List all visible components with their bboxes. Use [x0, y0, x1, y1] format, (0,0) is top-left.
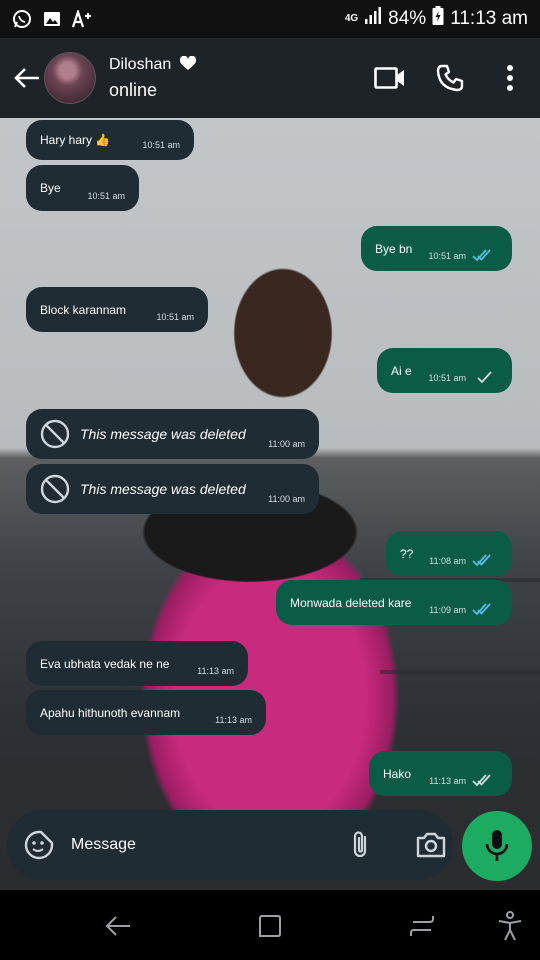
heart-icon	[179, 55, 196, 70]
message-time: 11:09 am	[429, 605, 466, 615]
read-receipt-icon	[472, 249, 491, 262]
message-time: 11:13 am	[197, 666, 234, 676]
sent-tick-icon	[477, 371, 492, 384]
contact-avatar[interactable]	[44, 52, 96, 104]
attach-button[interactable]	[341, 825, 381, 865]
nav-back-button[interactable]	[100, 908, 136, 944]
more-options-button[interactable]	[480, 48, 540, 108]
back-nav-icon	[105, 916, 130, 936]
home-nav-icon	[259, 915, 281, 937]
message-time: 10:51 am	[428, 373, 466, 383]
prohibited-icon	[40, 419, 70, 449]
voice-call-button[interactable]	[420, 48, 480, 108]
message-text: Ai e	[391, 363, 412, 378]
message-bubble-incoming[interactable]: Apahu hithunoth evannam 11:13 am	[26, 690, 266, 735]
battery-percent: 84%	[388, 8, 427, 29]
signal-icon	[364, 7, 382, 31]
contact-name: Diloshan	[109, 55, 172, 73]
prohibited-icon	[40, 474, 70, 504]
message-bubble-incoming[interactable]: Bye 10:51 am	[26, 165, 139, 211]
system-navigation-bar	[0, 890, 540, 960]
message-time: 11:00 am	[268, 494, 305, 504]
message-bubble-outgoing[interactable]: ?? 11:08 am	[386, 531, 512, 576]
message-time: 11:00 am	[268, 439, 305, 449]
message-bubble-outgoing[interactable]: Monwada deleted kare 11:09 am	[276, 580, 512, 625]
read-receipt-icon	[472, 554, 491, 567]
recents-nav-icon	[410, 916, 434, 936]
nav-recents-button[interactable]	[404, 908, 440, 944]
message-text: Monwada deleted kare	[290, 595, 412, 610]
chat-header: Diloshan online	[0, 38, 540, 118]
message-time: 11:13 am	[215, 715, 252, 725]
phone-icon	[436, 64, 464, 92]
attach-icon	[353, 831, 367, 858]
message-time: 11:13 am	[429, 776, 466, 786]
message-bubble-outgoing[interactable]: Ai e 10:51 am	[377, 348, 512, 393]
message-composer	[7, 810, 453, 880]
camera-button[interactable]	[411, 825, 451, 865]
message-text: This message was deleted	[80, 481, 246, 497]
read-receipt-icon	[472, 603, 491, 616]
message-text: This message was deleted	[80, 426, 246, 442]
deleted-message-bubble[interactable]: This message was deleted 11:00 am	[26, 409, 319, 459]
whatsapp-icon	[12, 9, 32, 29]
clock: 11:13 am	[450, 8, 528, 29]
mic-icon	[485, 830, 509, 861]
message-text: Bye	[40, 181, 61, 195]
message-bubble-incoming[interactable]: Block karannam 10:51 am	[26, 287, 208, 332]
message-time: 10:51 am	[428, 251, 466, 261]
deleted-message-bubble[interactable]: This message was deleted 11:00 am	[26, 464, 319, 514]
video-call-button[interactable]	[360, 48, 420, 108]
chat-area[interactable]: Hary hary 👍 10:51 am Bye 10:51 am Bye bn…	[0, 118, 540, 890]
accessibility-button[interactable]	[492, 908, 528, 944]
message-bubble-incoming[interactable]: Hary hary 👍 10:51 am	[26, 120, 194, 160]
message-time: 10:51 am	[142, 140, 180, 150]
message-text: Block karannam	[40, 302, 127, 317]
message-time: 10:51 am	[87, 191, 125, 201]
more-vert-icon	[507, 65, 513, 91]
sticker-icon	[24, 830, 54, 860]
message-bubble-incoming[interactable]: Eva ubhata vedak ne ne 11:13 am	[26, 641, 248, 686]
wallpaper-detail	[380, 670, 540, 674]
contact-info[interactable]: Diloshan online	[109, 55, 197, 101]
message-text: Hary hary 👍	[40, 133, 111, 147]
message-text: Hako	[383, 766, 412, 781]
battery-icon	[432, 6, 444, 32]
message-text: Eva ubhata vedak ne ne	[40, 656, 170, 671]
sticker-button[interactable]	[19, 825, 59, 865]
message-time: 10:51 am	[156, 312, 194, 322]
delivered-tick-icon	[472, 774, 491, 787]
font-size-icon	[72, 9, 92, 29]
accessibility-icon	[498, 911, 522, 941]
nav-home-button[interactable]	[252, 908, 288, 944]
message-text: Apahu hithunoth evannam	[40, 705, 181, 720]
contact-status: online	[109, 79, 158, 100]
status-bar: 4G 84% 11:13 am	[0, 0, 540, 38]
message-input[interactable]	[71, 836, 291, 854]
message-time: 11:08 am	[429, 556, 466, 566]
image-icon	[42, 9, 62, 29]
video-call-icon	[374, 67, 404, 89]
camera-icon	[416, 832, 446, 858]
arrow-left-icon	[14, 68, 39, 88]
message-text: ??	[400, 546, 414, 561]
message-text: Bye bn	[375, 241, 413, 256]
voice-message-button[interactable]	[462, 811, 532, 881]
network-type: 4G	[344, 13, 359, 24]
message-bubble-outgoing[interactable]: Hako 11:13 am	[369, 751, 512, 796]
message-bubble-outgoing[interactable]: Bye bn 10:51 am	[361, 226, 512, 271]
